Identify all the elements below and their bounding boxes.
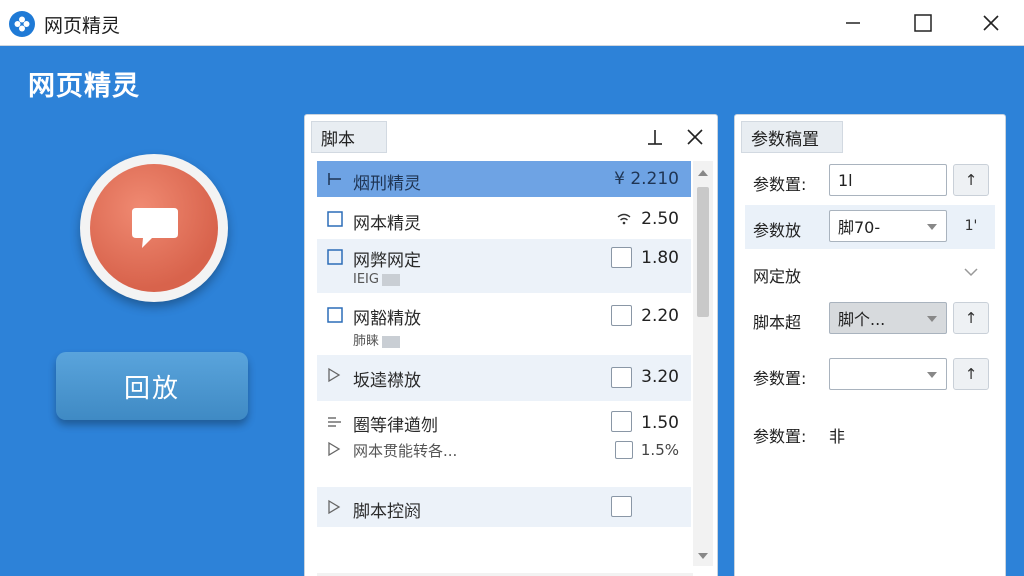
param-label: 参数置: <box>753 369 807 388</box>
item-name: 烟刑精灵 <box>353 174 421 194</box>
close-window-button[interactable] <box>956 0 1024 46</box>
param-value: 非 <box>829 427 846 446</box>
expand-button[interactable] <box>953 256 989 288</box>
param-up-button[interactable]: ↑ <box>953 164 989 196</box>
tab-script[interactable]: 脚本 <box>311 121 387 153</box>
scroll-down-icon[interactable] <box>697 552 709 560</box>
record-button[interactable] <box>80 154 228 302</box>
item-name: 脚本控阏 <box>353 502 421 522</box>
script-list: 烟刑精灵 ¥ 2.210 网本精灵 2.50 网弊网定 IEIG 1.80 网豁… <box>317 161 691 566</box>
param-input[interactable]: 1l <box>829 164 947 196</box>
item-name: 网本贯能转各... <box>353 442 458 460</box>
script-panel: 脚本 烟刑精灵 ¥ 2.210 网本精灵 2.50 网弊网定 IEIG 1.80… <box>304 114 718 576</box>
param-label: 参数放 <box>753 221 802 240</box>
chevron-down-icon <box>927 372 937 378</box>
params-panel: 参数稿置 参数置: 1l ↑ 参数放 脚70- 1' 网定放 脚本超 脚个...… <box>734 114 1006 576</box>
list-item[interactable]: 坂逵襟放 3.20 <box>317 355 691 401</box>
param-row: 参数置: ↑ <box>745 353 995 397</box>
row-checkbox[interactable] <box>611 367 632 388</box>
item-subtext: 肺睐 <box>353 330 401 349</box>
param-button[interactable]: 1' <box>953 210 989 242</box>
item-name: 坂逵襟放 <box>353 371 421 391</box>
item-value: 1.50 <box>641 413 679 433</box>
arrow-up-icon: ↑ <box>964 309 978 327</box>
checkbox-icon[interactable] <box>327 211 343 227</box>
chevron-down-icon <box>964 268 978 277</box>
row-checkbox[interactable] <box>611 411 632 432</box>
app-logo-icon <box>9 11 35 37</box>
list-item[interactable]: 脚本控阏 <box>317 487 691 527</box>
checkbox-icon[interactable] <box>327 307 343 323</box>
list-item[interactable]: 烟刑精灵 ¥ 2.210 <box>317 161 691 197</box>
item-value: 2.50 <box>641 209 679 229</box>
close-panel-icon[interactable] <box>685 127 705 151</box>
play-step-icon <box>328 499 341 515</box>
param-row: 网定放 <box>745 251 995 295</box>
param-row: 参数置: 1l ↑ <box>745 159 995 203</box>
main-area: 网页精灵 回放 脚本 烟刑精灵 ¥ 2.210 网本精灵 2.50 网弊网定 I… <box>0 46 1024 576</box>
list-item[interactable]: 网豁精放 肺睐 2.20 <box>317 297 691 351</box>
param-select[interactable] <box>829 358 947 390</box>
item-value: 3.20 <box>641 367 679 387</box>
row-checkbox[interactable] <box>615 441 633 459</box>
minimize-button[interactable] <box>818 0 888 46</box>
item-name: 网豁精放 <box>353 309 421 329</box>
item-value: ¥ 2.210 <box>614 169 679 189</box>
maximize-button[interactable] <box>888 0 958 46</box>
param-label: 参数置: <box>753 427 807 446</box>
param-row: 脚本超 脚个... ↑ <box>745 297 995 341</box>
param-button-label: 1' <box>964 218 978 234</box>
pin-icon[interactable] <box>645 127 665 151</box>
param-row: 参数放 脚70- 1' <box>745 205 995 249</box>
item-name: 网弊网定 <box>353 251 421 271</box>
window-title: 网页精灵 <box>44 15 121 37</box>
item-name: 网本精灵 <box>353 214 421 234</box>
row-checkbox[interactable] <box>611 247 632 268</box>
play-button[interactable]: 回放 <box>56 352 248 420</box>
record-button-face <box>90 164 218 292</box>
row-checkbox[interactable] <box>611 305 632 326</box>
app-heading: 网页精灵 <box>28 71 140 102</box>
list-item[interactable]: 网本精灵 2.50 <box>317 201 691 237</box>
param-up-button[interactable]: ↑ <box>953 358 989 390</box>
scroll-thumb[interactable] <box>697 187 709 317</box>
step-marker-icon <box>328 173 341 185</box>
play-step-icon <box>328 441 341 457</box>
tab-params[interactable]: 参数稿置 <box>741 121 843 153</box>
param-select[interactable]: 脚70- <box>829 210 947 242</box>
item-subtext: IEIG <box>353 272 400 287</box>
wifi-icon <box>617 213 631 225</box>
param-label: 参数置: <box>753 175 807 194</box>
chevron-down-icon <box>927 316 937 322</box>
param-select[interactable]: 脚个... <box>829 302 947 334</box>
chevron-down-icon <box>927 224 937 230</box>
list-item[interactable]: 圈等律遒刎 1.50 网本贯能转各... 1.5% <box>317 405 691 475</box>
title-bar: 网页精灵 <box>0 0 1024 46</box>
scroll-up-icon[interactable] <box>697 169 709 177</box>
list-lines-icon <box>328 417 341 427</box>
param-label: 脚本超 <box>753 313 802 332</box>
chat-bubble-icon <box>132 208 178 248</box>
list-item[interactable]: 网弊网定 IEIG 1.80 <box>317 239 691 293</box>
play-step-icon <box>328 367 341 383</box>
vertical-scrollbar[interactable] <box>693 161 713 566</box>
item-value: 2.20 <box>641 306 679 326</box>
arrow-up-icon: ↑ <box>964 365 978 383</box>
param-row: 参数置: 非 <box>745 411 995 455</box>
param-label: 网定放 <box>753 267 802 286</box>
arrow-up-icon: ↑ <box>964 171 978 189</box>
param-up-button[interactable]: ↑ <box>953 302 989 334</box>
item-value: 1.80 <box>641 248 679 268</box>
item-name: 圈等律遒刎 <box>353 416 438 436</box>
checkbox-icon[interactable] <box>327 249 343 265</box>
row-checkbox[interactable] <box>611 496 632 517</box>
item-value: 1.5% <box>640 441 679 459</box>
